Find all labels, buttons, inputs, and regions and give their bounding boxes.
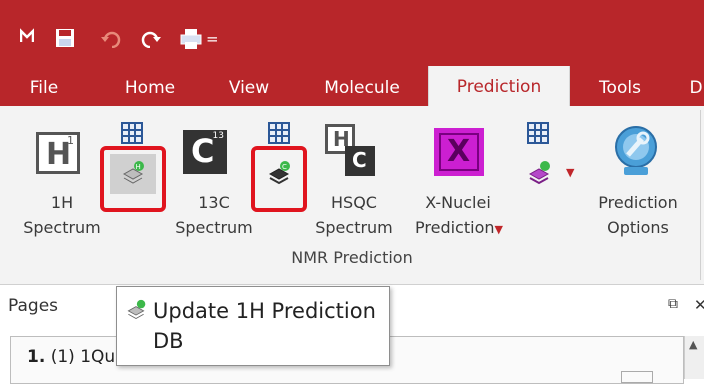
xnuclei-icon: X: [439, 133, 479, 171]
save-icon[interactable]: [55, 28, 75, 50]
hsqc-spectrum-label-2: Spectrum: [315, 218, 393, 237]
pages-header: Pages: [8, 296, 59, 316]
scroll-up-icon[interactable]: ▲: [689, 338, 697, 351]
xnuclei-label-2-text: Prediction: [415, 218, 495, 237]
c13-icon-sup: 13: [212, 131, 224, 141]
highlight-box-1h: [100, 146, 166, 212]
h1-icon-sup: 1: [67, 134, 74, 147]
tooltip-line-1: Update 1H Prediction: [153, 299, 376, 323]
multi-nuclei-db-icon: [528, 161, 550, 185]
nmr-prediction-group-label: NMR Prediction: [291, 248, 413, 267]
page-thumb-control[interactable]: [621, 371, 653, 383]
hsqc-icon-c-box: C: [345, 146, 375, 176]
tab-file[interactable]: File: [16, 70, 72, 106]
pane-close-icon[interactable]: ✕: [694, 296, 704, 314]
c13-spectrum-button[interactable]: C 13: [183, 130, 227, 174]
tab-view[interactable]: View: [214, 70, 284, 106]
table-grid-icon[interactable]: [121, 122, 143, 144]
tooltip-update-db-icon: [127, 299, 146, 319]
prediction-options-label-2: Options: [607, 218, 669, 237]
prediction-options-button[interactable]: [612, 125, 660, 177]
tab-molecule[interactable]: Molecule: [310, 70, 414, 106]
c13-spectrum-label-1: 13C: [198, 193, 230, 212]
tooltip-text: Update 1H Prediction DB: [153, 296, 383, 356]
c13-spectrum-label-2: Spectrum: [175, 218, 253, 237]
pages-scrollbar[interactable]: ▲: [684, 336, 704, 379]
xnuclei-label-2: Prediction▼: [404, 217, 514, 241]
ribbon-group-separator: [700, 110, 701, 280]
app-logo-icon[interactable]: [19, 27, 35, 50]
h1-spectrum-button[interactable]: H 1: [34, 126, 88, 180]
c13-icon-letter: C: [191, 132, 215, 170]
hsqc-icon-c: C: [352, 148, 367, 172]
xnuclei-icon-letter: X: [447, 134, 471, 169]
highlight-box-13c: [251, 146, 307, 212]
prediction-options-icon: [615, 126, 657, 175]
multi-nuclei-db-button[interactable]: ▼: [528, 160, 576, 188]
tab-prediction[interactable]: Prediction: [428, 66, 570, 106]
undo-icon[interactable]: [100, 28, 122, 50]
hsqc-spectrum-button[interactable]: H C: [325, 124, 379, 178]
prediction-options-label-1: Prediction: [598, 193, 678, 212]
xnuclei-dropdown-icon[interactable]: ▼: [495, 223, 503, 236]
qat-customize-icon[interactable]: =: [206, 28, 219, 50]
h1-spectrum-icon: H 1: [36, 132, 80, 174]
xnuclei-label-1: X-Nuclei: [425, 193, 491, 212]
pane-restore-icon[interactable]: ⧉: [668, 296, 678, 312]
page-item-number: 1.: [27, 347, 46, 367]
table-grid-icon-2[interactable]: [268, 122, 290, 144]
tab-d[interactable]: D: [676, 70, 704, 106]
print-icon[interactable]: [180, 28, 202, 50]
multi-nuclei-dropdown-icon[interactable]: ▼: [566, 166, 574, 179]
tooltip-line-2: DB: [153, 329, 184, 353]
tab-tools[interactable]: Tools: [584, 70, 656, 106]
h1-spectrum-label-2: Spectrum: [23, 218, 101, 237]
table-grid-icon-3[interactable]: [527, 122, 549, 144]
xnuclei-prediction-button[interactable]: X: [434, 128, 484, 176]
h1-spectrum-label-1: 1H: [50, 193, 74, 212]
tab-home[interactable]: Home: [110, 70, 190, 106]
hsqc-spectrum-label-1: HSQC: [331, 193, 377, 212]
tooltip-update-1h-db: Update 1H Prediction DB: [116, 286, 390, 366]
redo-icon[interactable]: [140, 28, 162, 50]
